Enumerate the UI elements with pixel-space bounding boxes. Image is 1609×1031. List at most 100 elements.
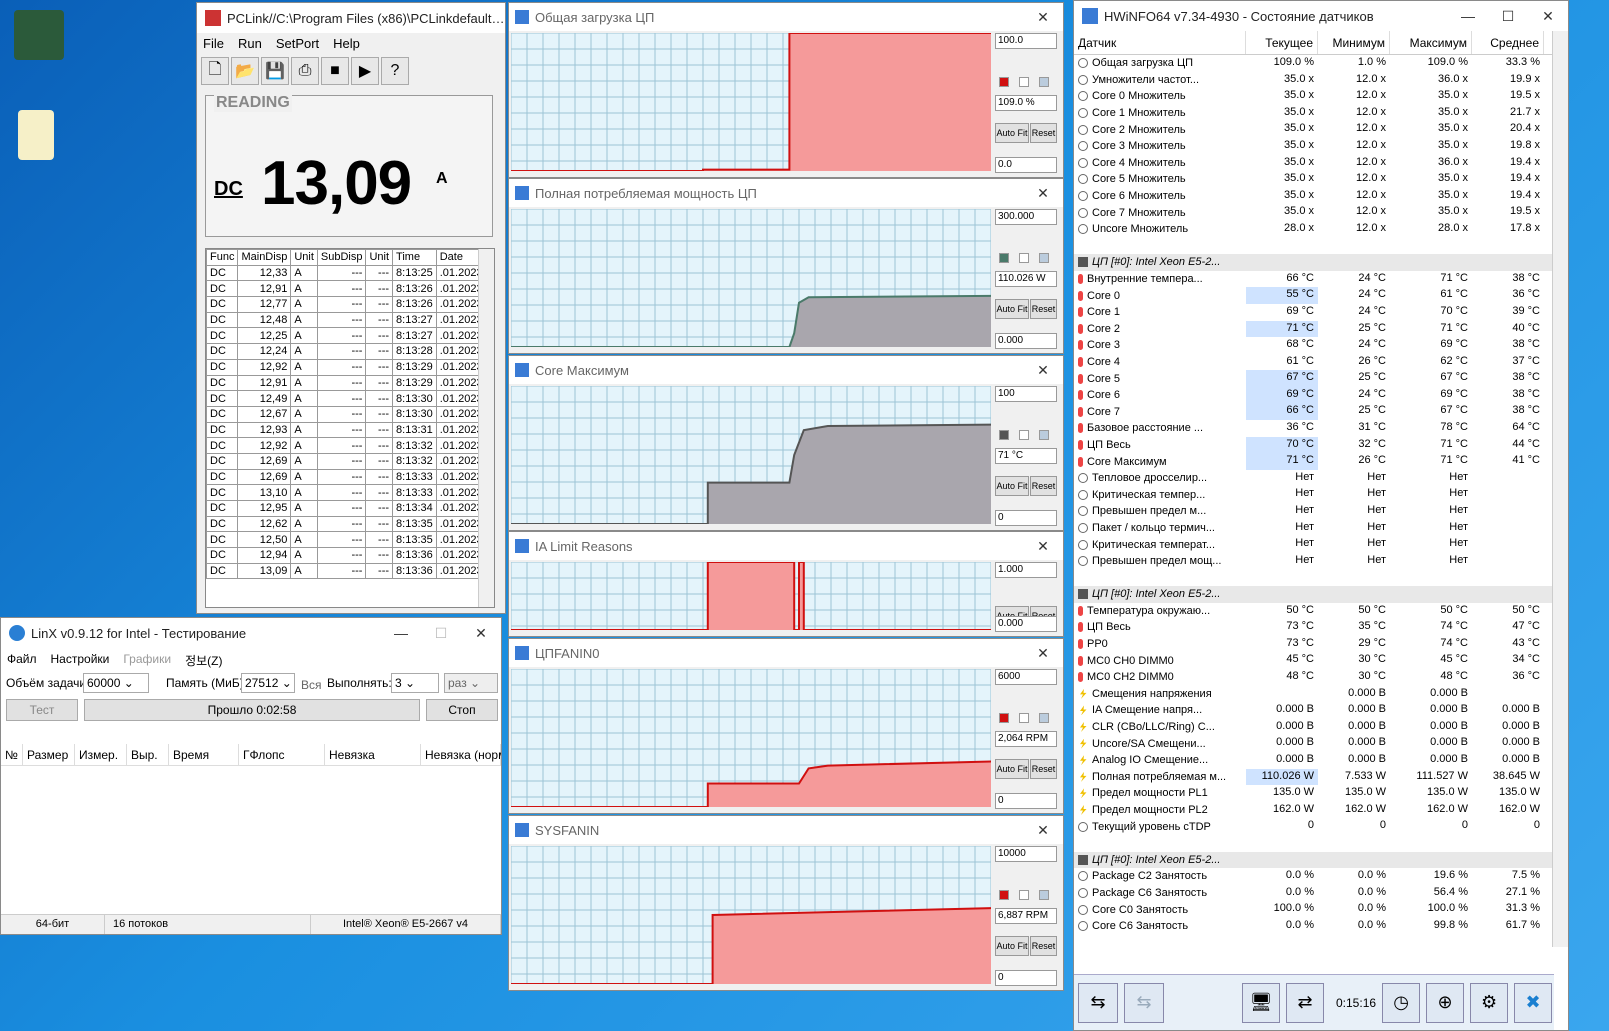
sensor-row[interactable]: Core Максимум 71 °C 26 °C 71 °C 41 °C xyxy=(1074,453,1554,470)
sensor-row[interactable]: Core 5 Множитель 35.0 x 12.0 x 35.0 x 19.4 x xyxy=(1074,171,1554,188)
sensor-row[interactable]: Core 4 61 °C 26 °C 62 °C 37 °C xyxy=(1074,354,1554,371)
sensor-row[interactable]: IA Смещение напря... 0.000 В 0.000 В 0.000 … xyxy=(1074,702,1554,719)
sensor-row[interactable]: MC0 CH0 DIMM0 45 °C 30 °C 45 °C 34 °C xyxy=(1074,652,1554,669)
color-swatch[interactable] xyxy=(1019,713,1029,724)
play-icon[interactable]: ▶ xyxy=(351,57,379,85)
sensor-row[interactable]: ЦП Весь 73 °C 35 °C 74 °C 47 °C xyxy=(1074,619,1554,636)
sensor-row[interactable]: MC0 CH2 DIMM0 48 °C 30 °C 48 °C 36 °C xyxy=(1074,669,1554,686)
graph-min-value[interactable]: 0 xyxy=(995,510,1057,526)
sensor-row[interactable]: Core 0 Множитель 35.0 x 12.0 x 35.0 x 19.5 x xyxy=(1074,88,1554,105)
sensor-row[interactable]: Core 7 66 °C 25 °C 67 °C 38 °C xyxy=(1074,403,1554,421)
linx-col-1[interactable]: Размер xyxy=(23,744,75,765)
color-swatch[interactable] xyxy=(1019,430,1029,441)
monitor-icon[interactable]: 🖥 xyxy=(1242,982,1280,1023)
col-min[interactable]: Минимум xyxy=(1318,31,1390,54)
graph-titlebar[interactable]: SYSFANIN ✕ xyxy=(509,816,1063,844)
sensor-row[interactable]: Core 6 Множитель 35.0 x 12.0 x 35.0 x 19.4 x xyxy=(1074,188,1554,205)
sensor-row[interactable]: Общая загрузка ЦП 109.0 % 1.0 % 109.0 % 33.3… xyxy=(1074,55,1554,72)
color-swatch[interactable] xyxy=(1039,713,1049,724)
linx-menu-settings[interactable]: Настройки xyxy=(51,652,110,669)
sensor-row[interactable]: Критическая темпер... Нет Нет Нет xyxy=(1074,486,1554,503)
log-row[interactable]: DC 12,49 A --- --- 8:13:30.01.2023 xyxy=(205,390,487,407)
clock-icon[interactable]: ◷ xyxy=(1382,982,1421,1023)
color-swatch[interactable] xyxy=(999,253,1009,264)
color-swatch[interactable] xyxy=(1019,77,1029,88)
color-swatch[interactable] xyxy=(999,430,1009,441)
open-folder-icon[interactable]: 📂 xyxy=(231,57,259,85)
graph-titlebar[interactable]: IA Limit Reasons ✕ xyxy=(509,532,1063,560)
linx-menu-file[interactable]: Файл xyxy=(7,652,37,669)
sensor-group-header[interactable]: ЦП [#0]: Intel Xeon E5-2... xyxy=(1074,586,1554,603)
close-button[interactable]: ✕ xyxy=(1023,816,1063,844)
test-button[interactable]: Тест xyxy=(6,699,78,721)
memory-all-label[interactable]: Вся xyxy=(301,678,322,692)
sensor-row[interactable]: Предел мощности PL2 162.0 W 162.0 W 162.0 W… xyxy=(1074,802,1554,819)
graph-min-value[interactable]: 0 xyxy=(995,793,1057,809)
task-size-select[interactable]: 60000 ⌄ xyxy=(83,673,149,693)
minimize-button[interactable]: — xyxy=(381,618,421,648)
sensor-row[interactable]: Analog IO Смещение... 0.000 В 0.000 В 0.000… xyxy=(1074,752,1554,769)
linx-col-2[interactable]: Измер. xyxy=(75,744,127,765)
color-swatch[interactable] xyxy=(999,890,1009,901)
sensor-row[interactable]: Core 7 Множитель 35.0 x 12.0 x 35.0 x 19.5 x xyxy=(1074,204,1554,221)
stop-button[interactable]: Стоп xyxy=(426,699,498,721)
sensor-row[interactable]: Core 2 71 °C 25 °C 71 °C 40 °C xyxy=(1074,320,1554,338)
log-row[interactable]: DC 12,67 A --- --- 8:13:30.01.2023 xyxy=(205,405,487,423)
sensor-group-header[interactable]: ЦП [#0]: Intel Xeon E5-2... xyxy=(1074,254,1554,271)
maximize-button[interactable]: ☐ xyxy=(1488,1,1528,31)
sensor-row[interactable]: Тепловое дросселир... Нет Нет Нет xyxy=(1074,470,1554,487)
reset-button[interactable]: Reset xyxy=(1030,935,1057,956)
hwinfo-scrollbar[interactable] xyxy=(1552,31,1568,947)
color-swatch[interactable] xyxy=(1039,77,1049,88)
sensor-row[interactable]: Текущий уровень cTDP 0 0 0 0 xyxy=(1074,818,1554,835)
graph-min-value[interactable]: 0.000 xyxy=(995,616,1057,632)
linx-col-5[interactable]: ГФлопс xyxy=(239,744,325,765)
graph-min-value[interactable]: 0 xyxy=(995,970,1057,986)
save-icon[interactable]: 💾 xyxy=(261,57,289,85)
close-button[interactable]: ✕ xyxy=(461,618,501,648)
linx-col-7[interactable]: Невязка (норм.) xyxy=(421,744,501,765)
sensor-row[interactable]: Core 0 55 °C 24 °C 61 °C 36 °C xyxy=(1074,287,1554,304)
sensor-row[interactable]: Core 5 67 °C 25 °C 67 °C 38 °C xyxy=(1074,370,1554,387)
log-col-0[interactable]: Func xyxy=(205,249,239,266)
graph-titlebar[interactable]: ЦПFANIN0 ✕ xyxy=(509,639,1063,667)
maximize-button[interactable]: ☐ xyxy=(421,618,461,648)
desktop-icon-file[interactable] xyxy=(18,110,54,160)
minimize-button[interactable]: — xyxy=(1448,1,1488,31)
stop-icon[interactable]: ■ xyxy=(321,57,349,85)
close-button[interactable]: ✕ xyxy=(1023,532,1063,560)
color-swatch[interactable] xyxy=(1019,890,1029,901)
linx-menu-graphs[interactable]: Графики xyxy=(123,652,171,669)
color-swatch[interactable] xyxy=(1039,890,1049,901)
auto-fit-button[interactable]: Auto Fit xyxy=(995,122,1029,143)
sensor-row[interactable] xyxy=(1074,835,1554,852)
sensor-row[interactable]: Критическая температ... Нет Нет Нет xyxy=(1074,536,1554,553)
linx-titlebar[interactable]: LinX v0.9.12 for Intel - Тестирование — … xyxy=(1,618,501,648)
sensor-row[interactable]: Смещения напряжения 0.000 В 0.000 В xyxy=(1074,686,1554,703)
log-row[interactable]: DC 12,69 A --- --- 8:13:32.01.2023 xyxy=(205,452,487,470)
graph-max-value[interactable]: 100.0 xyxy=(995,33,1057,49)
print-icon[interactable]: ⎙ xyxy=(291,57,319,85)
sensor-row[interactable]: Core 1 69 °C 24 °C 70 °C 39 °C xyxy=(1074,304,1554,321)
pclink-menu-run[interactable]: Run xyxy=(238,36,262,51)
sensor-row[interactable]: Предел мощности PL1 135.0 W 135.0 W 135.0 W… xyxy=(1074,785,1554,802)
memory-select[interactable]: 27512 ⌄ xyxy=(241,673,295,693)
sensor-row[interactable]: PP0 73 °C 29 °C 74 °C 43 °C xyxy=(1074,636,1554,653)
sensor-row[interactable]: Core 4 Множитель 35.0 x 12.0 x 36.0 x 19.4 x xyxy=(1074,155,1554,172)
sensor-row[interactable]: Core 1 Множитель 35.0 x 12.0 x 35.0 x 21.7 x xyxy=(1074,105,1554,122)
reset-button[interactable]: Reset xyxy=(1030,298,1057,319)
sensor-row[interactable]: Температура окружаю... 50 °C 50 °C 50 °C 50 … xyxy=(1074,603,1554,620)
color-swatch[interactable] xyxy=(1039,253,1049,264)
log-col-3[interactable]: SubDisp xyxy=(316,249,367,266)
close-button[interactable]: ✕ xyxy=(1023,3,1063,31)
sensor-row[interactable] xyxy=(1074,238,1554,255)
sensor-group-header[interactable]: ЦП [#0]: Intel Xeon E5-2... xyxy=(1074,851,1554,869)
sensor-row[interactable]: CLR (CBo/LLC/Ring) C... 0.000 В 0.000 В 0.0… xyxy=(1074,719,1554,736)
log-col-2[interactable]: Unit xyxy=(290,249,318,266)
sensor-row[interactable]: Package C2 Занятость 0.0 % 0.0 % 19.6 % 7.5 … xyxy=(1074,868,1554,885)
linx-menu-info[interactable]: 정보(Z) xyxy=(185,652,222,669)
run-unit-select[interactable]: раз ⌄ xyxy=(444,673,498,693)
log-scrollbar[interactable] xyxy=(478,249,494,607)
color-swatch[interactable] xyxy=(1039,430,1049,441)
sensor-row[interactable]: Core 6 69 °C 24 °C 69 °C 38 °C xyxy=(1074,386,1554,404)
